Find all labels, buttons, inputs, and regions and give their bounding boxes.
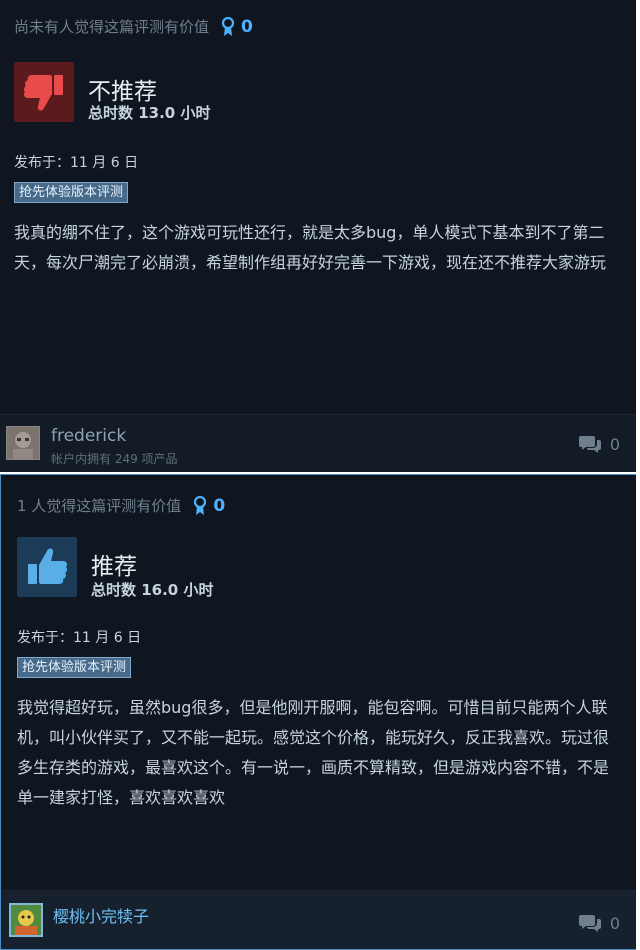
comment-icon [578, 915, 601, 932]
review-author-bar: 樱桃小完犊子 0 [1, 890, 636, 949]
award-count: 0 [213, 495, 226, 516]
early-access-badge: 抢先体验版本评测 [14, 182, 129, 203]
posted-date: 发布于：11 月 6 日 [17, 630, 142, 646]
games-owned[interactable]: 帐户内拥有 249 项产品 [51, 450, 178, 467]
comment-icon [578, 436, 601, 453]
award-button[interactable]: 0 [221, 16, 253, 37]
hours-played: 总时数 16.0 小时 [91, 581, 214, 599]
username[interactable]: frederick [51, 426, 126, 446]
posted-date: 发布于：11 月 6 日 [14, 155, 139, 171]
early-access-badge: 抢先体验版本评测 [17, 657, 132, 678]
verdict-title[interactable]: 推荐 [91, 547, 137, 581]
review-author-bar: frederick 帐户内拥有 249 项产品 0 [0, 414, 636, 472]
review-card-recommended: 1 人觉得这篇评测有价值 0 推荐 总时数 16.0 小时 发布于：11 月 6… [0, 474, 636, 950]
comment-count: 0 [609, 434, 620, 454]
award-count: 0 [241, 16, 253, 37]
award-ribbon-icon [221, 16, 235, 36]
thumbs-up-icon[interactable] [17, 537, 77, 597]
username[interactable]: 樱桃小完犊子 [53, 903, 149, 927]
comment-button[interactable]: 0 [578, 434, 620, 454]
thumbs-down-icon[interactable] [14, 62, 74, 122]
comment-count: 0 [609, 913, 620, 933]
verdict-title[interactable]: 不推荐 [88, 72, 157, 106]
avatar[interactable] [9, 903, 43, 937]
hours-played: 总时数 13.0 小时 [88, 104, 211, 122]
review-body: 我觉得超好玩，虽然bug很多，但是他刚开服啊，能包容啊。可惜目前只能两个人联机，… [17, 698, 610, 807]
award-ribbon-icon [194, 495, 207, 515]
helpful-text: 尚未有人觉得这篇评测有价值 [14, 18, 210, 36]
review-body: 我真的绷不住了，这个游戏可玩性还行，就是太多bug，单人模式下基本到不了第二天，… [14, 223, 607, 272]
avatar[interactable] [6, 426, 40, 460]
comment-button[interactable]: 0 [578, 913, 620, 933]
award-button[interactable]: 0 [193, 495, 226, 516]
helpful-count-line: 1 人觉得这篇评测有价值 0 [17, 495, 225, 516]
review-card-not-recommended: 尚未有人觉得这篇评测有价值 0 不推荐 总时数 13.0 小时 发布于：11 月… [0, 0, 636, 472]
helpful-text: 1 人觉得这篇评测有价值 [17, 497, 182, 515]
helpful-count-line: 尚未有人觉得这篇评测有价值 0 [14, 16, 253, 37]
